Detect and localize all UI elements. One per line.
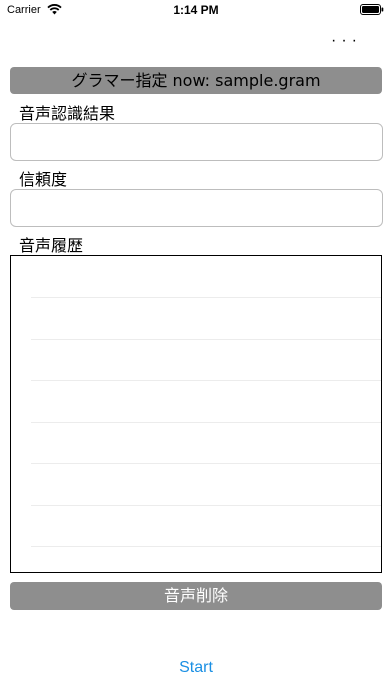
battery-icon <box>360 4 384 15</box>
table-row-separator <box>31 297 381 298</box>
history-table[interactable] <box>10 255 382 573</box>
table-row-separator <box>31 380 381 381</box>
recognition-result-label: 音声認識結果 <box>19 104 116 123</box>
status-bar: Carrier 1:14 PM <box>0 0 392 22</box>
more-button[interactable]: ··· <box>331 33 362 49</box>
delete-history-button[interactable]: 音声削除 <box>10 582 382 610</box>
confidence-label: 信頼度 <box>19 170 68 189</box>
table-row-separator <box>31 463 381 464</box>
table-row-separator <box>31 505 381 506</box>
start-button[interactable]: Start <box>0 659 392 677</box>
status-time: 1:14 PM <box>173 3 219 17</box>
table-row-separator <box>31 422 381 423</box>
table-row-separator <box>31 339 381 340</box>
table-row-separator <box>31 546 381 547</box>
confidence-field[interactable] <box>10 189 383 227</box>
history-label: 音声履歴 <box>19 236 84 255</box>
recognition-result-field[interactable] <box>10 123 383 161</box>
grammar-select-button[interactable]: グラマー指定 now: sample.gram <box>10 67 382 94</box>
